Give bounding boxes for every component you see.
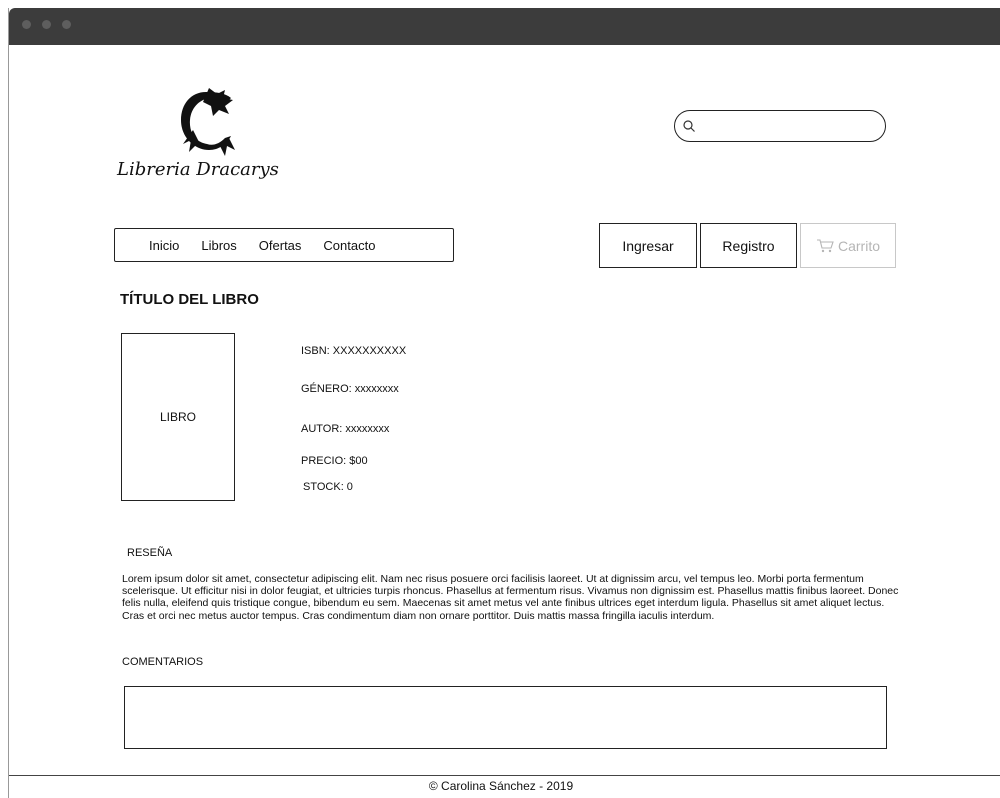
search-icon[interactable] [682, 119, 696, 133]
search-input[interactable] [701, 116, 877, 138]
footer-text: © Carolina Sánchez - 2019 [428, 779, 574, 793]
review-heading: RESEÑA [127, 547, 173, 559]
site-logo[interactable]: Libreria Dracarys [117, 86, 297, 196]
book-price: PRECIO: $00 [301, 455, 368, 467]
register-button[interactable]: Registro [700, 223, 797, 268]
nav-item-inicio[interactable]: Inicio [149, 238, 179, 253]
login-button[interactable]: Ingresar [599, 223, 697, 268]
book-author: AUTOR: xxxxxxxx [301, 423, 390, 435]
book-title: TÍTULO DEL LIBRO [120, 291, 259, 308]
comments-box[interactable] [124, 686, 887, 749]
cart-icon [816, 239, 834, 253]
logo-text: Libreria Dracarys [117, 159, 279, 180]
review-text: Lorem ipsum dolor sit amet, consectetur … [122, 573, 899, 622]
close-dot[interactable] [22, 20, 31, 29]
browser-window: Libreria Dracarys Inicio Libros Ofertas … [8, 8, 1000, 798]
main-nav: Inicio Libros Ofertas Contacto [114, 228, 454, 262]
search-bar[interactable] [674, 110, 886, 142]
minimize-dot[interactable] [42, 20, 51, 29]
cart-button[interactable]: Carrito [800, 223, 896, 268]
window-titlebar [9, 8, 1000, 45]
nav-item-libros[interactable]: Libros [201, 238, 236, 253]
book-genre: GÉNERO: xxxxxxxx [301, 383, 399, 395]
dragon-icon [181, 88, 235, 156]
book-cover-label: LIBRO [159, 410, 196, 424]
book-cover: LIBRO [121, 333, 235, 501]
cart-label: Carrito [837, 237, 880, 254]
book-stock: STOCK: 0 [303, 481, 353, 493]
comments-heading: COMENTARIOS [122, 656, 204, 668]
login-label: Ingresar [622, 237, 674, 254]
register-label: Registro [722, 237, 775, 254]
maximize-dot[interactable] [62, 20, 71, 29]
nav-item-contacto[interactable]: Contacto [323, 238, 375, 253]
footer-divider [9, 775, 1000, 776]
book-isbn: ISBN: XXXXXXXXXX [301, 345, 407, 357]
nav-item-ofertas[interactable]: Ofertas [259, 238, 302, 253]
